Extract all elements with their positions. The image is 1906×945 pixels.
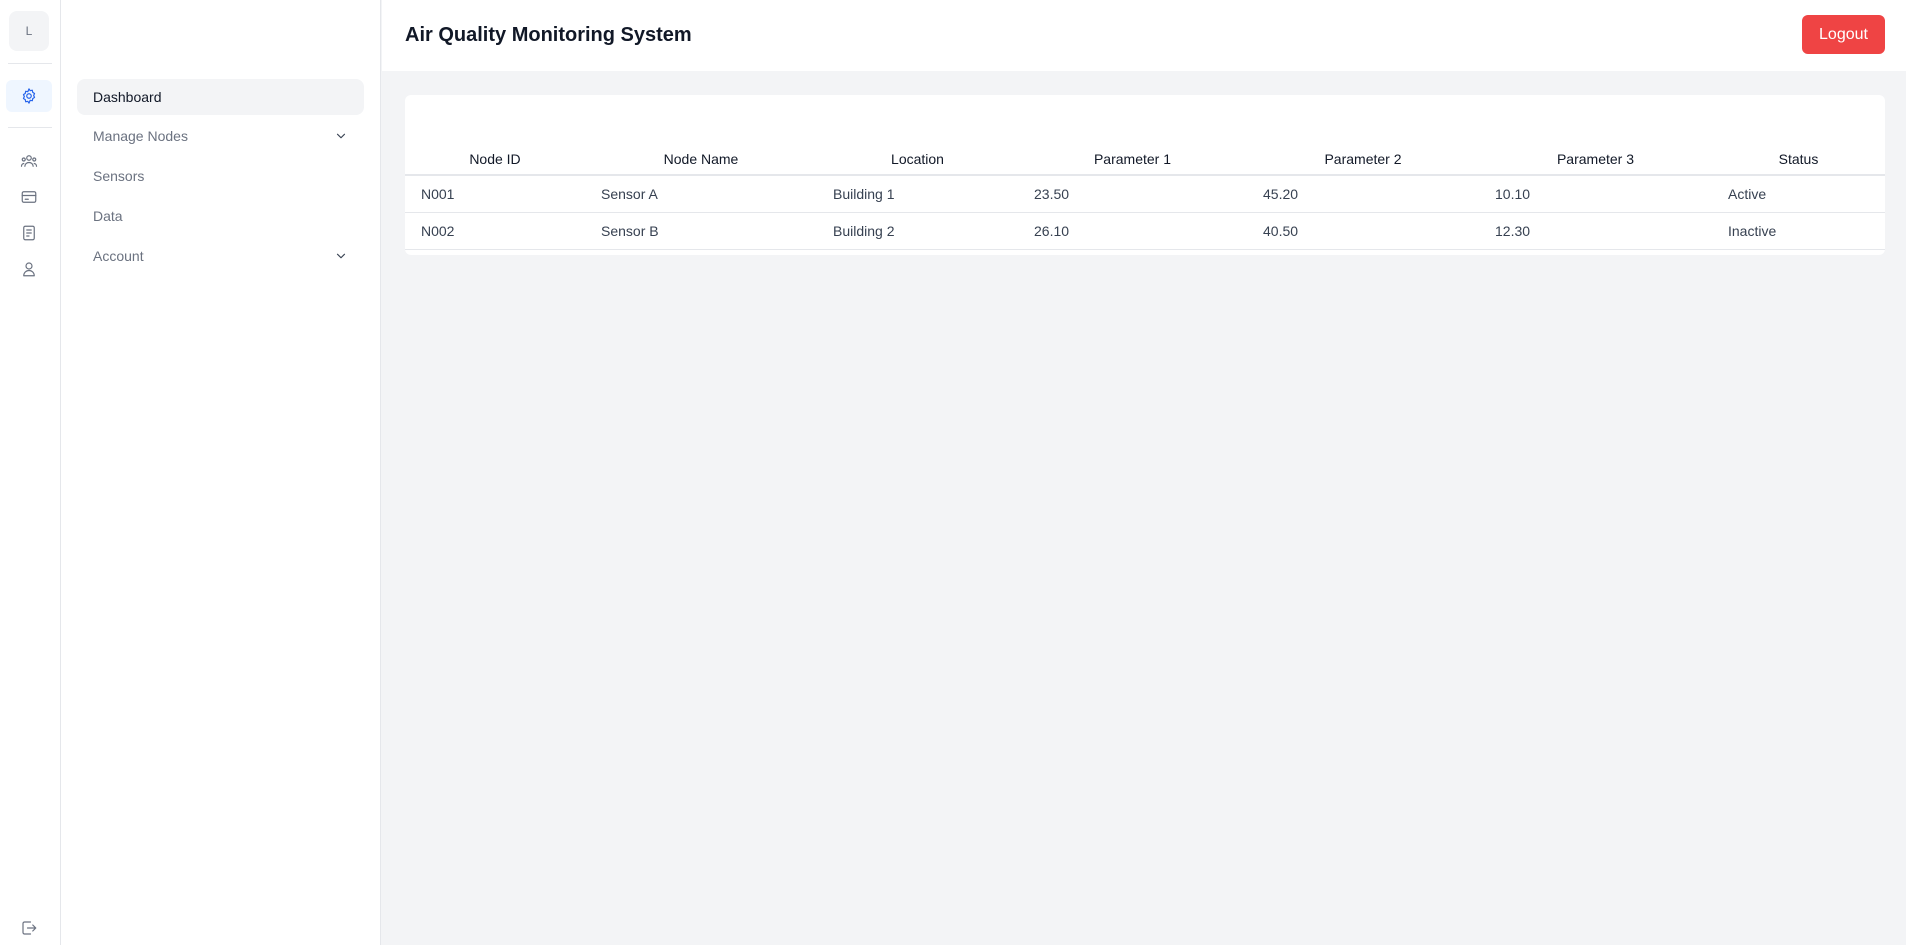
- rail-billing-button[interactable]: [6, 181, 52, 213]
- cell-parameter-3: 12.30: [1479, 212, 1712, 250]
- rail-divider: [8, 127, 52, 128]
- sidebar-item-manage-nodes[interactable]: Manage Nodes: [77, 118, 364, 154]
- cell-parameter-1: 23.50: [1018, 175, 1247, 213]
- cell-node-name: Sensor B: [585, 212, 817, 250]
- nodes-table-card: Node ID Node Name Location Parameter 1 P…: [405, 95, 1885, 255]
- sidebar-nav: Dashboard Manage Nodes Sensors Data Acco…: [61, 0, 381, 945]
- column-header-node-name[interactable]: Node Name: [585, 143, 817, 176]
- sidebar-item-account[interactable]: Account: [77, 238, 364, 274]
- nodes-table: Node ID Node Name Location Parameter 1 P…: [405, 143, 1885, 250]
- table-row[interactable]: N002 Sensor B Building 2 26.10 40.50 12.…: [405, 212, 1885, 250]
- column-header-parameter-3[interactable]: Parameter 3: [1479, 143, 1712, 176]
- page-title: Air Quality Monitoring System: [405, 24, 692, 46]
- column-header-parameter-2[interactable]: Parameter 2: [1247, 143, 1479, 176]
- rail-profile-button[interactable]: [6, 253, 52, 285]
- rail-reports-button[interactable]: [6, 217, 52, 249]
- sidebar-item-label: Data: [93, 208, 123, 224]
- icon-rail: L: [0, 0, 61, 945]
- cell-location: Building 1: [817, 175, 1018, 213]
- cell-location: Building 2: [817, 212, 1018, 250]
- cell-status: Active: [1712, 175, 1885, 213]
- sidebar-item-sensors[interactable]: Sensors: [77, 158, 364, 194]
- table-row[interactable]: N001 Sensor A Building 1 23.50 45.20 10.…: [405, 175, 1885, 213]
- logout-button[interactable]: Logout: [1802, 15, 1885, 54]
- logo-badge[interactable]: L: [9, 11, 49, 51]
- cell-node-id: N001: [405, 175, 585, 213]
- cell-node-name: Sensor A: [585, 175, 817, 213]
- users-icon: [20, 155, 38, 167]
- rail-divider: [8, 63, 52, 64]
- sidebar-item-dashboard[interactable]: Dashboard: [77, 79, 364, 115]
- card-icon: [21, 191, 37, 203]
- rail-settings-button[interactable]: [6, 80, 52, 112]
- sidebar-item-label: Dashboard: [93, 89, 162, 105]
- document-icon: [23, 225, 35, 241]
- sidebar-item-label: Manage Nodes: [93, 128, 188, 144]
- cell-parameter-2: 40.50: [1247, 212, 1479, 250]
- cell-parameter-1: 26.10: [1018, 212, 1247, 250]
- cell-parameter-3: 10.10: [1479, 175, 1712, 213]
- cell-node-id: N002: [405, 212, 585, 250]
- table-header-row: Node ID Node Name Location Parameter 1 P…: [405, 143, 1885, 176]
- user-icon: [23, 262, 35, 277]
- sidebar-item-label: Account: [93, 248, 144, 264]
- rail-logout-button[interactable]: [6, 912, 52, 944]
- sidebar-item-label: Sensors: [93, 168, 145, 184]
- logout-icon: [22, 921, 37, 935]
- chevron-down-icon: [336, 133, 346, 139]
- column-header-parameter-1[interactable]: Parameter 1: [1018, 143, 1247, 176]
- top-header: Air Quality Monitoring System Logout: [382, 0, 1906, 71]
- settings-icon: [22, 88, 36, 104]
- rail-users-button[interactable]: [6, 145, 52, 177]
- column-header-status[interactable]: Status: [1712, 143, 1885, 176]
- chevron-down-icon: [336, 253, 346, 259]
- cell-status: Inactive: [1712, 212, 1885, 250]
- cell-parameter-2: 45.20: [1247, 175, 1479, 213]
- column-header-node-id[interactable]: Node ID: [405, 143, 585, 176]
- column-header-location[interactable]: Location: [817, 143, 1018, 176]
- sidebar-item-data[interactable]: Data: [77, 198, 364, 234]
